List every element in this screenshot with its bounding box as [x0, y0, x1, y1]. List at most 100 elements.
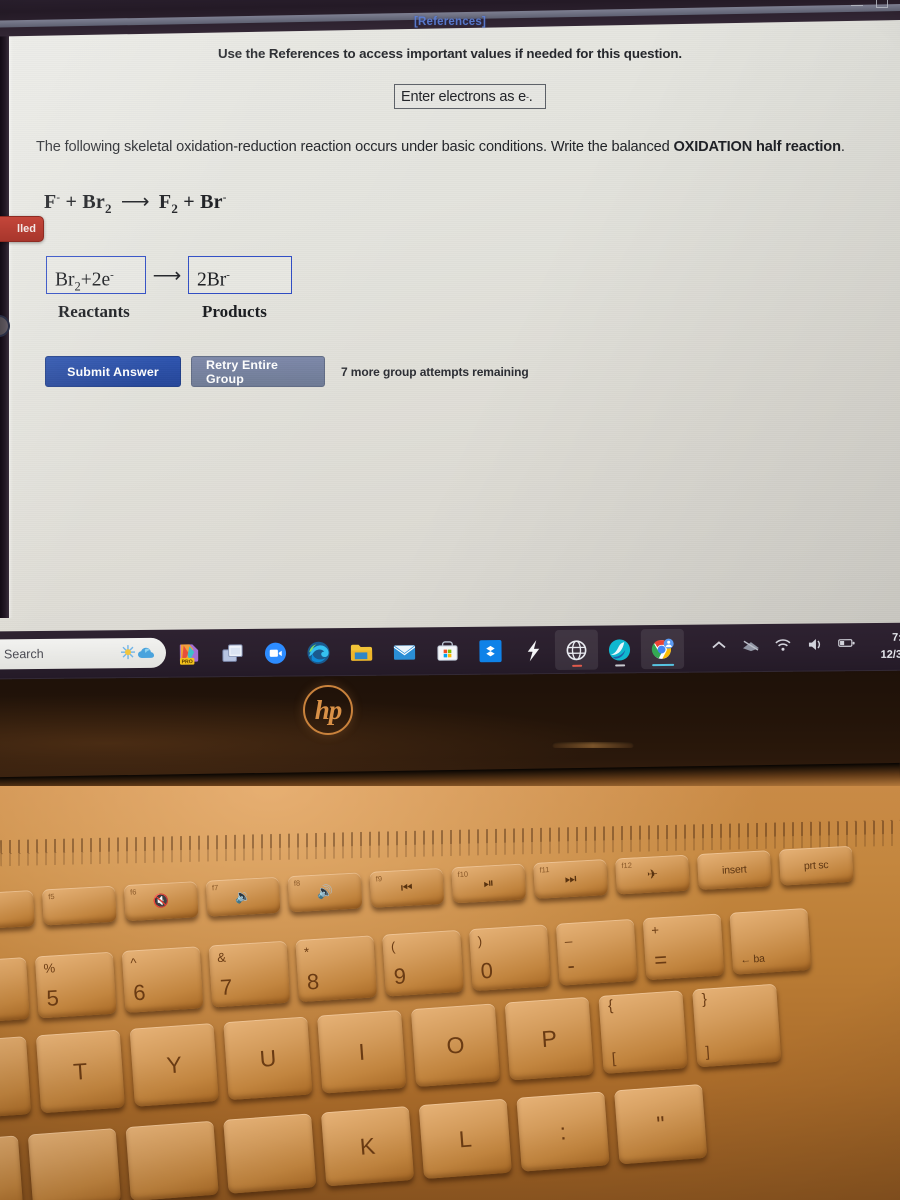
key-i[interactable]: I [317, 1009, 407, 1094]
zoom-icon[interactable] [254, 633, 297, 673]
key-p-label: P [540, 1024, 558, 1052]
attempts-remaining-text: 7 more group attempts remaining [341, 364, 529, 379]
key-7[interactable]: & 7 [208, 940, 291, 1008]
key-y-label: Y [165, 1050, 183, 1078]
search-input[interactable]: Search [4, 647, 44, 661]
key-previous-track[interactable]: f9 ⏮ [369, 867, 445, 908]
mail-icon[interactable] [383, 631, 426, 671]
microsoft-edge-icon[interactable] [297, 632, 340, 672]
key-f5-partial[interactable] [0, 890, 35, 930]
key-g[interactable] [27, 1128, 122, 1200]
key-l[interactable]: L [418, 1098, 512, 1180]
key-hyphen-label: - [566, 952, 576, 979]
question-prompt: The following skeletal oxidation-reducti… [36, 137, 861, 158]
active-indicator [651, 663, 674, 667]
submit-answer-button[interactable]: Submit Answer [45, 356, 181, 387]
globe-browser-icon[interactable] [554, 629, 599, 671]
answer-inputs-row: Br2+2e- ⟶ 2Br- [46, 256, 292, 294]
browser-left-edge-highlight [9, 20, 13, 618]
key-hyphen-shift-label: _ [564, 927, 573, 944]
teal-app-icon[interactable] [598, 629, 641, 669]
key-f5[interactable]: f5 [41, 885, 117, 926]
key-bracket-right-label: ] [704, 1043, 711, 1061]
task-view-icon[interactable] [211, 633, 254, 673]
products-value: 2Br [197, 269, 227, 291]
products-input[interactable]: 2Br- [188, 256, 292, 294]
references-link[interactable]: [References] [0, 16, 900, 28]
key-backspace-label: ← ba [740, 952, 766, 967]
active-indicator [614, 663, 625, 667]
volume-icon[interactable] [806, 635, 824, 653]
key-semicolon[interactable]: : [516, 1091, 610, 1172]
key-bracket-right[interactable]: }] [692, 983, 782, 1068]
key-u[interactable]: U [223, 1016, 313, 1101]
google-chrome-icon[interactable] [640, 628, 685, 670]
key-f5-fn-label: f5 [48, 891, 55, 902]
key-insert[interactable]: insert [696, 850, 772, 891]
adobe-acrobat-pro-icon[interactable]: PRO [168, 633, 211, 673]
key-equals-label: = [653, 946, 668, 973]
offscreen-red-button[interactable]: lled [0, 216, 44, 242]
network-offline-icon[interactable] [742, 636, 760, 654]
key-l-label: L [457, 1124, 473, 1152]
reactants-input[interactable]: Br2+2e- [46, 256, 146, 294]
retry-entire-group-button[interactable]: Retry Entire Group [191, 356, 325, 387]
key-y[interactable]: Y [129, 1023, 219, 1107]
key-h[interactable] [125, 1120, 219, 1200]
key-o-label: O [445, 1031, 466, 1059]
skeletal-equation: F- + Br2 ⟶ F2 + Br- [44, 189, 227, 217]
weather-widget-icon[interactable] [120, 642, 160, 664]
search-box[interactable]: Search [0, 637, 167, 670]
key-p[interactable]: P [504, 996, 594, 1081]
window-controls[interactable] [851, 0, 888, 8]
key-5-shift-label: % [43, 960, 56, 976]
key-bracket-right-shift-label: } [701, 990, 708, 1008]
products-value-charge: - [226, 269, 230, 281]
key-backspace[interactable]: ← ba [729, 907, 812, 975]
key-volume-up[interactable]: f8 🔊 [287, 872, 363, 913]
battery-icon[interactable] [838, 635, 856, 653]
key-0-shift-label: ) [477, 933, 483, 949]
wifi-icon[interactable] [774, 636, 792, 654]
reference-instruction: Use the References to access important v… [217, 46, 683, 61]
key-quote[interactable]: " [614, 1083, 708, 1165]
key-6[interactable]: ^ 6 [121, 946, 204, 1013]
key-next-track[interactable]: f11 ⏭ [533, 859, 609, 899]
key-8-shift-label: * [303, 944, 310, 960]
key-r[interactable] [0, 1036, 32, 1120]
hp-logo: hp [303, 685, 353, 735]
eq-product-1-sub: 2 [171, 201, 179, 216]
minimize-icon[interactable] [851, 0, 863, 6]
taskbar-clock[interactable]: 7: 12/3 [880, 630, 900, 664]
eq-reactant-2: Br [82, 191, 105, 213]
key-volume-down[interactable]: f7 🔉 [205, 876, 281, 917]
key-5[interactable]: % 5 [34, 951, 117, 1019]
key-8[interactable]: * 8 [295, 935, 378, 1003]
key-mute[interactable]: f6 🔇 [123, 881, 199, 922]
maximize-icon[interactable] [876, 0, 888, 8]
key-airplane-mode[interactable]: f12 ✈ [615, 854, 690, 895]
key-t[interactable]: T [35, 1029, 126, 1114]
key-play-pause[interactable]: f10 ⏯ [451, 863, 527, 904]
key-equals[interactable]: + = [642, 913, 725, 981]
active-indicator [571, 664, 582, 667]
key-volume-up-fn-label: f8 [293, 878, 301, 888]
key-o[interactable]: O [410, 1003, 501, 1088]
key-hyphen[interactable]: _ - [555, 918, 638, 986]
key-9[interactable]: (9 [382, 929, 464, 997]
key-7-label: 7 [219, 974, 234, 1000]
key-print-screen[interactable]: prt sc [778, 845, 854, 886]
key-f[interactable] [0, 1135, 24, 1200]
key-mute-fn-label: f6 [129, 887, 137, 897]
key-k[interactable]: K [320, 1106, 415, 1187]
file-explorer-icon[interactable] [340, 632, 383, 672]
lightning-app-icon[interactable] [512, 630, 555, 670]
show-hidden-icons-chevron[interactable] [710, 636, 728, 654]
key-j[interactable] [223, 1113, 317, 1194]
dropbox-icon[interactable] [469, 630, 512, 670]
key-4[interactable] [0, 957, 30, 1024]
key-bracket-left[interactable]: {[ [598, 990, 688, 1074]
key-5-label: 5 [45, 985, 60, 1011]
microsoft-store-icon[interactable] [426, 631, 469, 671]
key-0[interactable]: ) 0 [468, 924, 551, 992]
